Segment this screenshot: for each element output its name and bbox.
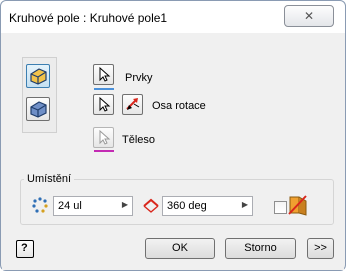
- ok-button[interactable]: OK: [145, 238, 215, 259]
- axis-select-button[interactable]: [93, 94, 114, 115]
- pattern-features-button[interactable]: [26, 64, 50, 88]
- circular-pattern-dialog: Kruhové pole : Kruhové pole1 ✕ Prvky Osa…: [0, 0, 346, 271]
- flip-direction-button[interactable]: [122, 94, 143, 115]
- cursor-arrow-icon: [99, 66, 111, 82]
- close-button[interactable]: ✕: [284, 5, 334, 27]
- features-selected-indicator: [94, 88, 114, 90]
- angle-field[interactable]: 360 deg ▶: [162, 196, 253, 216]
- placement-group-label: Umístění: [24, 173, 75, 185]
- midplane-icon: [288, 195, 307, 216]
- more-button[interactable]: >>: [307, 238, 334, 259]
- occurrence-count-field[interactable]: 24 ul ▶: [53, 196, 133, 216]
- feature-pattern-icon: [30, 68, 47, 85]
- angle-value: 360 deg: [167, 200, 207, 212]
- dropdown-arrow-icon[interactable]: ▶: [122, 200, 128, 209]
- cancel-button[interactable]: Storno: [225, 238, 296, 259]
- features-select-button[interactable]: [93, 64, 114, 85]
- solid-label: Těleso: [122, 134, 156, 146]
- help-icon: ?: [21, 242, 28, 254]
- occurrence-count-icon: [32, 197, 48, 213]
- pattern-solids-button[interactable]: [26, 97, 50, 121]
- cursor-arrow-icon: [99, 129, 111, 145]
- occurrence-count-value: 24 ul: [58, 200, 82, 212]
- help-button[interactable]: ?: [16, 240, 34, 258]
- features-label: Prvky: [125, 72, 153, 84]
- flip-arrows-icon: [126, 98, 140, 110]
- angle-icon: [143, 198, 159, 213]
- solid-selected-indicator: [94, 150, 114, 152]
- title-bar: Kruhové pole : Kruhové pole1 ✕: [1, 1, 345, 33]
- window-title: Kruhové pole : Kruhové pole1: [9, 11, 168, 25]
- solid-pattern-icon: [30, 101, 47, 118]
- cursor-arrow-icon: [99, 96, 111, 112]
- close-icon: ✕: [303, 9, 315, 23]
- midplane-checkbox[interactable]: [274, 201, 287, 214]
- dropdown-arrow-icon[interactable]: ▶: [242, 200, 248, 209]
- dialog-body: Prvky Osa rotace Těleso Umístění 24 ul ▶…: [2, 33, 344, 270]
- axis-label: Osa rotace: [152, 100, 206, 112]
- solid-select-button[interactable]: [93, 127, 114, 148]
